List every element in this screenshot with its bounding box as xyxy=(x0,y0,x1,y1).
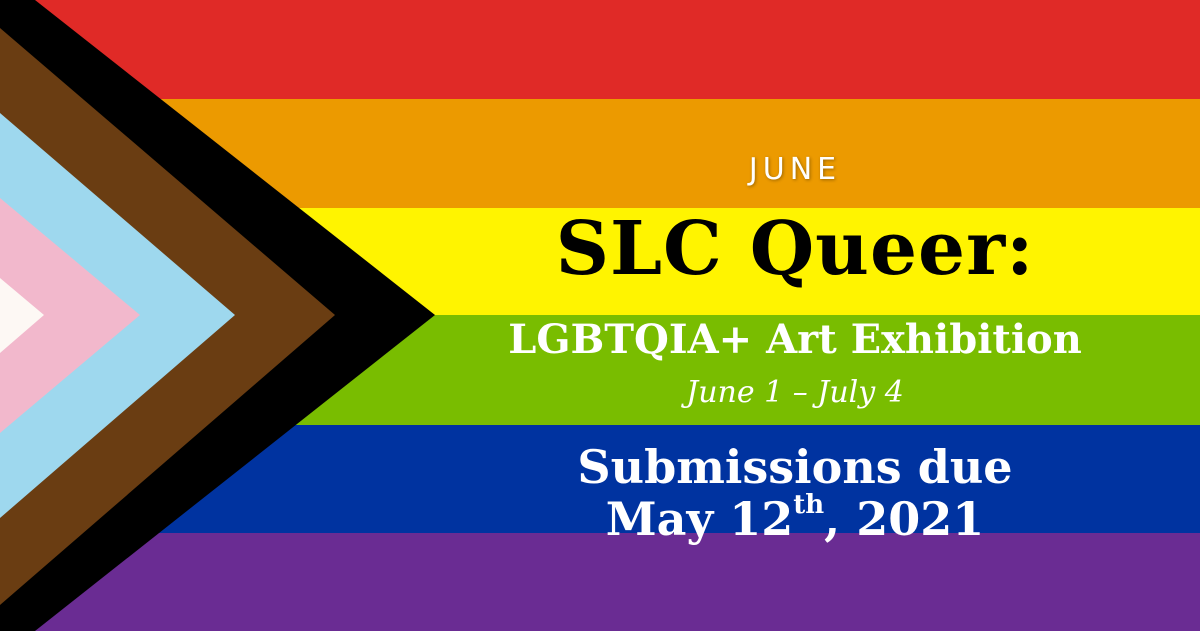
deadline-day: May 12 xyxy=(605,491,794,546)
exhibition-subtitle: LGBTQIA+ Art Exhibition xyxy=(508,316,1082,363)
exhibition-title: SLC Queer: xyxy=(555,206,1035,292)
submissions-line-1: Submissions due xyxy=(577,440,1013,494)
stripe-purple xyxy=(0,533,1200,631)
deadline-suffix: th xyxy=(793,489,825,520)
stripe-red xyxy=(0,0,1200,100)
deadline-year: , 2021 xyxy=(824,491,985,546)
exhibition-dates: June 1 – July 4 xyxy=(686,375,904,410)
submissions-deadline: Submissions due May 12th, 2021 xyxy=(460,440,1130,546)
month-label: JUNE xyxy=(748,152,842,187)
submissions-line-2: May 12th, 2021 xyxy=(460,491,1130,546)
